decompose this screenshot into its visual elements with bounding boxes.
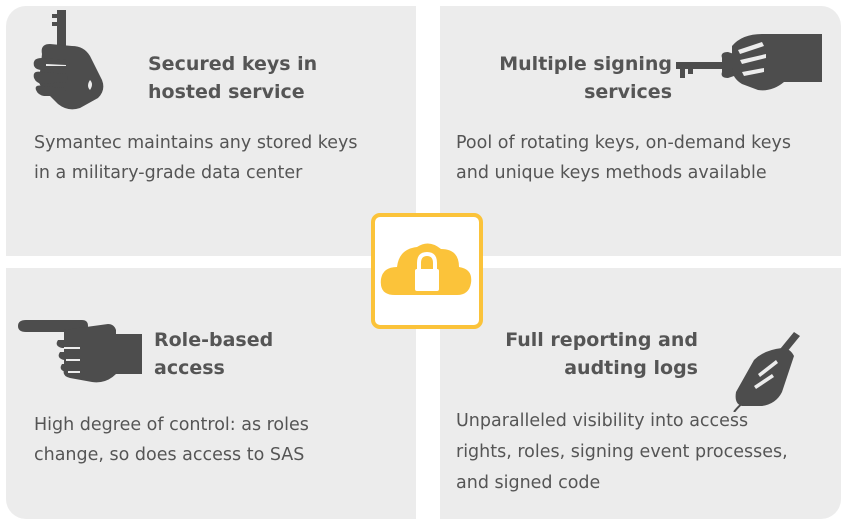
reporting-logs-desc-line2: rights, roles, signing event processes, bbox=[456, 442, 788, 462]
role-access-title-line1: Role-based bbox=[154, 329, 274, 351]
secured-keys-title: Secured keys in hosted service bbox=[148, 50, 368, 106]
role-access-title: Role-based access bbox=[154, 326, 354, 382]
role-access-desc-line2: change, so does access to SAS bbox=[34, 445, 305, 465]
signing-services-desc-line2: and unique keys methods available bbox=[456, 163, 767, 183]
signing-services-title-line2: services bbox=[584, 81, 672, 103]
secured-keys-description: Symantec maintains any stored keys in a … bbox=[34, 128, 414, 188]
reporting-logs-desc-line3: and signed code bbox=[456, 473, 601, 493]
secured-keys-desc-line2: in a military-grade data center bbox=[34, 163, 303, 183]
role-access-description: High degree of control: as roles change,… bbox=[34, 410, 404, 470]
hand-holding-key-icon bbox=[32, 10, 132, 114]
reporting-logs-title-line2: audting logs bbox=[564, 357, 698, 379]
hand-writing-pen-icon bbox=[724, 330, 804, 416]
cloud-lock-badge bbox=[371, 213, 483, 329]
signing-services-title: Multiple signing services bbox=[480, 50, 672, 106]
secured-keys-title-line1: Secured keys in bbox=[148, 53, 318, 75]
secured-keys-title-line2: hosted service bbox=[148, 81, 305, 103]
reporting-logs-title-line1: Full reporting and bbox=[505, 329, 698, 351]
role-access-desc-line1: High degree of control: as roles bbox=[34, 415, 309, 435]
hand-holding-key-horizontal-icon bbox=[676, 32, 830, 100]
signing-services-description: Pool of rotating keys, on-demand keys an… bbox=[456, 128, 841, 188]
role-access-title-line2: access bbox=[154, 357, 225, 379]
secured-keys-desc-line1: Symantec maintains any stored keys bbox=[34, 133, 358, 153]
pointing-hand-icon bbox=[18, 320, 142, 388]
signing-services-desc-line1: Pool of rotating keys, on-demand keys bbox=[456, 133, 791, 153]
reporting-logs-description: Unparalleled visibility into access righ… bbox=[456, 406, 841, 499]
cloud-lock-icon bbox=[380, 243, 472, 295]
reporting-logs-desc-line1: Unparalleled visibility into access bbox=[456, 411, 749, 431]
feature-panel-role-access bbox=[6, 268, 416, 519]
reporting-logs-title: Full reporting and audting logs bbox=[480, 326, 698, 382]
signing-services-title-line1: Multiple signing bbox=[499, 53, 672, 75]
